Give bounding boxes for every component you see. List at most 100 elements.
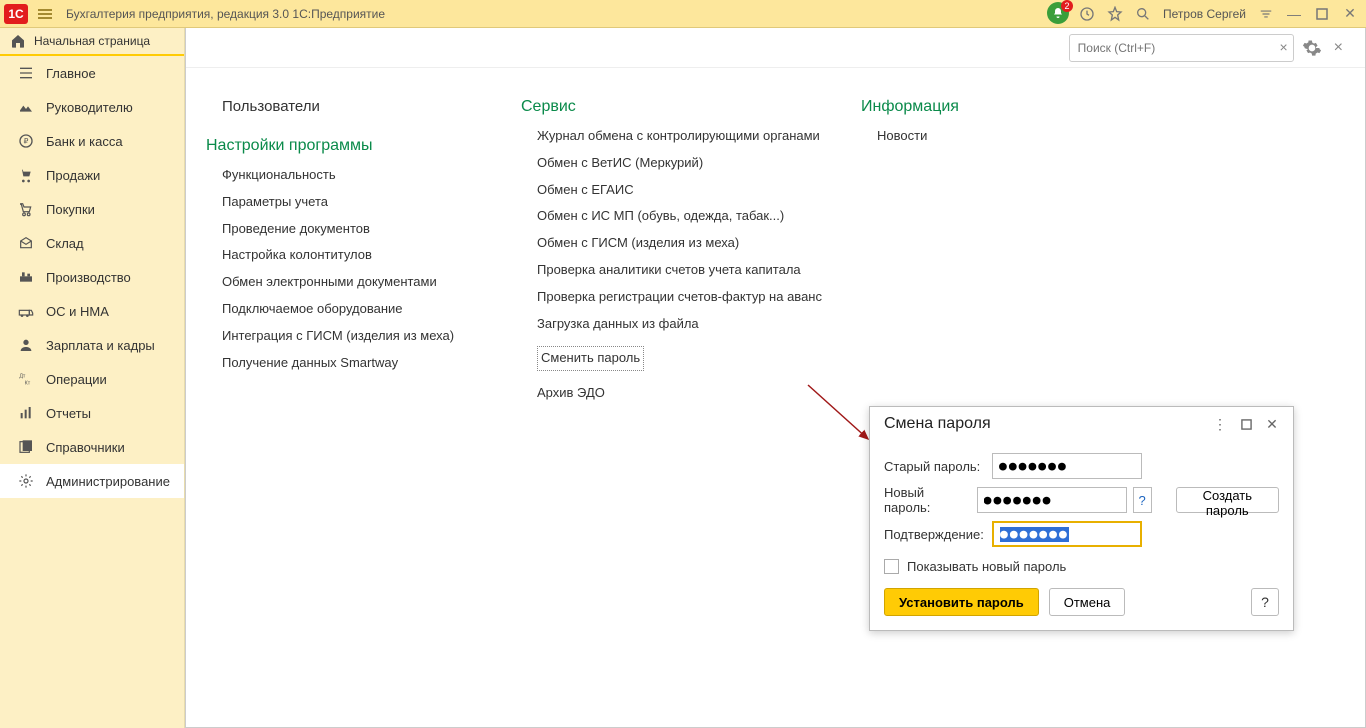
sidebar-item-11[interactable]: Справочники (0, 430, 184, 464)
dialog-help-button[interactable]: ? (1251, 588, 1279, 616)
sidebar-item-9[interactable]: ДтКт Операции (0, 362, 184, 396)
service-link-7[interactable]: Загрузка данных из файла (537, 314, 841, 335)
app-title: Бухгалтерия предприятия, редакция 3.0 1С… (66, 7, 385, 21)
sidebar-item-label: Отчеты (46, 406, 91, 421)
cancel-button[interactable]: Отмена (1049, 588, 1126, 616)
history-icon[interactable] (1075, 2, 1099, 26)
nav-icon-1 (18, 99, 34, 115)
nav-icon-4 (18, 201, 34, 217)
content-search: × (1069, 34, 1294, 62)
nav-icon-12 (18, 473, 34, 489)
sidebar-item-5[interactable]: Склад (0, 226, 184, 260)
minimize-icon[interactable]: — (1282, 2, 1306, 26)
sidebar-item-label: Склад (46, 236, 84, 251)
sidebar-item-0[interactable]: Главное (0, 56, 184, 90)
start-page-tab[interactable]: Начальная страница (0, 28, 184, 56)
service-link-1[interactable]: Обмен с ВетИС (Меркурий) (537, 153, 841, 174)
content-close-icon[interactable]: × (1330, 39, 1347, 57)
start-page-label: Начальная страница (34, 34, 150, 48)
settings-link-2[interactable]: Проведение документов (222, 219, 501, 240)
info-link-0[interactable]: Новости (877, 126, 1061, 147)
sidebar-item-6[interactable]: Производство (0, 260, 184, 294)
confirm-password-label: Подтверждение: (884, 527, 986, 542)
settings-link-4[interactable]: Обмен электронными документами (222, 272, 501, 293)
main-area: × × Пользователи Настройки программы Фун… (185, 28, 1366, 728)
search-clear-icon[interactable]: × (1279, 39, 1287, 55)
sidebar-item-10[interactable]: Отчеты (0, 396, 184, 430)
service-link-5[interactable]: Проверка аналитики счетов учета капитала (537, 260, 841, 281)
dialog-close-icon[interactable]: ✕ (1261, 413, 1283, 435)
settings-link-5[interactable]: Подключаемое оборудование (222, 299, 501, 320)
service-link-6[interactable]: Проверка регистрации счетов-фактур на ав… (537, 287, 841, 308)
search-input[interactable] (1069, 34, 1294, 62)
search-icon[interactable] (1131, 2, 1155, 26)
new-password-input[interactable] (977, 487, 1127, 513)
nav-icon-6 (18, 269, 34, 285)
set-password-button[interactable]: Установить пароль (884, 588, 1039, 616)
service-link-4[interactable]: Обмен с ГИСМ (изделия из меха) (537, 233, 841, 254)
gear-icon[interactable] (1302, 38, 1322, 58)
content-columns: Пользователи Настройки программы Функцио… (186, 68, 1365, 430)
notifications-count: 2 (1061, 0, 1073, 12)
sidebar-item-7[interactable]: ОС и НМА (0, 294, 184, 328)
sidebar-item-12[interactable]: Администрирование (0, 464, 184, 498)
sidebar-item-label: Банк и касса (46, 134, 123, 149)
content-toolbar: × × (186, 28, 1365, 68)
new-password-label: Новый пароль: (884, 485, 971, 515)
show-password-checkbox[interactable] (884, 559, 899, 574)
sidebar: Начальная страница Главное Руководителю ₽ Б… (0, 28, 185, 728)
sidebar-item-label: Руководителю (46, 100, 133, 115)
maximize-icon[interactable] (1310, 2, 1334, 26)
nav-icon-7 (18, 303, 34, 319)
dialog-more-icon[interactable]: ⋮ (1209, 413, 1231, 435)
sidebar-item-label: Главное (46, 66, 96, 81)
settings-menu-icon[interactable] (1254, 2, 1278, 26)
sidebar-item-label: Продажи (46, 168, 100, 183)
change-password-dialog: Смена пароля ⋮ ✕ Старый пароль: Новый па… (869, 406, 1294, 631)
password-hint-button[interactable]: ? (1133, 487, 1152, 513)
sidebar-item-label: ОС и НМА (46, 304, 109, 319)
sidebar-item-3[interactable]: Продажи (0, 158, 184, 192)
sidebar-item-label: Администрирование (46, 474, 170, 489)
sidebar-item-label: Производство (46, 270, 131, 285)
svg-text:Кт: Кт (25, 380, 31, 386)
service-link-9[interactable]: Архив ЭДО (537, 383, 841, 404)
nav-icon-3 (18, 167, 34, 183)
sidebar-item-2[interactable]: ₽ Банк и касса (0, 124, 184, 158)
dialog-maximize-icon[interactable] (1235, 413, 1257, 435)
old-password-input[interactable] (992, 453, 1142, 479)
confirm-password-input[interactable] (992, 521, 1142, 547)
nav-icon-5 (18, 235, 34, 251)
sidebar-item-label: Зарплата и кадры (46, 338, 155, 353)
settings-link-3[interactable]: Настройка колонтитулов (222, 245, 501, 266)
settings-link-7[interactable]: Получение данных Smartway (222, 353, 501, 374)
sidebar-item-1[interactable]: Руководителю (0, 90, 184, 124)
old-password-label: Старый пароль: (884, 459, 986, 474)
service-link-2[interactable]: Обмен с ЕГАИС (537, 180, 841, 201)
settings-link-1[interactable]: Параметры учета (222, 192, 501, 213)
settings-link-6[interactable]: Интеграция с ГИСМ (изделия из меха) (222, 326, 501, 347)
favorites-icon[interactable] (1103, 2, 1127, 26)
sidebar-item-label: Покупки (46, 202, 95, 217)
service-link-3[interactable]: Обмен с ИС МП (обувь, одежда, табак...) (537, 206, 841, 227)
main-menu-button[interactable] (34, 3, 56, 25)
service-link-0[interactable]: Журнал обмена с контролирующими органами (537, 126, 841, 147)
close-window-icon[interactable]: ✕ (1338, 2, 1362, 26)
link-users[interactable]: Пользователи (222, 98, 501, 115)
svg-text:₽: ₽ (24, 137, 29, 146)
nav-icon-8 (18, 337, 34, 353)
service-link-8[interactable]: Сменить пароль (537, 346, 644, 371)
nav-icon-11 (18, 439, 34, 455)
sidebar-item-8[interactable]: Зарплата и кадры (0, 328, 184, 362)
settings-link-0[interactable]: Функциональность (222, 165, 501, 186)
user-name[interactable]: Петров Сергей (1163, 7, 1246, 21)
heading-settings: Настройки программы (206, 137, 501, 155)
home-icon (10, 33, 26, 49)
titlebar: 1C Бухгалтерия предприятия, редакция 3.0… (0, 0, 1366, 28)
generate-password-button[interactable]: Создать пароль (1176, 487, 1279, 513)
sidebar-item-4[interactable]: Покупки (0, 192, 184, 226)
sidebar-item-label: Операции (46, 372, 107, 387)
notifications-button[interactable]: 2 (1047, 2, 1071, 26)
logo-1c: 1C (4, 4, 28, 24)
nav-icon-9: ДтКт (18, 371, 34, 387)
